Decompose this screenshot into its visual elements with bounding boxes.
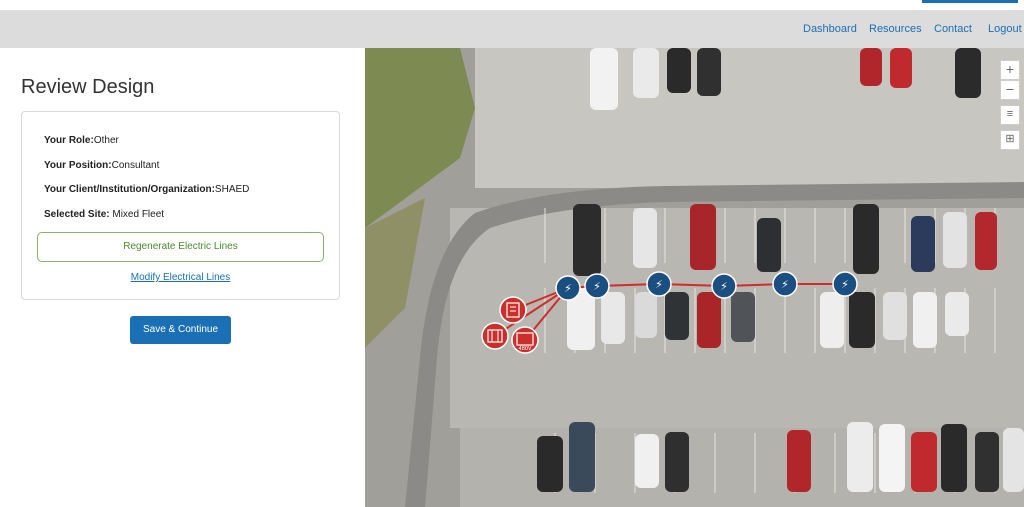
regenerate-electric-lines-button[interactable]: Regenerate Electric Lines (37, 232, 324, 262)
svg-text:⚡: ⚡ (781, 278, 789, 291)
zoom-in-button[interactable]: + (1000, 60, 1020, 80)
nav-logout-link[interactable]: Logout (988, 23, 1022, 35)
svg-text:⚡: ⚡ (593, 280, 601, 293)
position-value: Consultant (111, 160, 160, 171)
left-panel: Review Design Your Role:Other Your Posit… (0, 48, 365, 507)
svg-text:⚡: ⚡ (720, 280, 728, 293)
site-value: Mixed Fleet (109, 209, 165, 220)
zoom-out-button[interactable]: − (1000, 80, 1020, 100)
role-label: Your Role: (44, 135, 94, 146)
svg-text:⚡: ⚡ (655, 278, 663, 291)
organization-label: Your Client/Institution/Organization: (44, 184, 215, 195)
top-strip (0, 0, 1024, 10)
role-value: Other (93, 135, 119, 146)
save-continue-button[interactable]: Save & Continue (130, 316, 231, 344)
nav-resources-link[interactable]: Resources (869, 23, 922, 35)
layers-menu-button[interactable]: ≡ (1000, 105, 1020, 125)
equipment-480v-label: 480V (519, 346, 533, 352)
site-row: Selected Site: Mixed Fleet (44, 209, 164, 220)
charger-1[interactable]: ⚡ (555, 275, 581, 301)
site-map[interactable]: ⚡ ⚡ ⚡ ⚡ ⚡ ⚡ 480V + − ≡ ⊞ (365, 48, 1024, 507)
role-row: Your Role:Other (44, 135, 119, 146)
navbar: Dashboard Resources Contact Logout (0, 10, 1024, 48)
equipment-switchgear[interactable] (499, 296, 527, 324)
svg-text:⚡: ⚡ (564, 282, 572, 295)
equipment-480v-panel[interactable]: 480V (511, 326, 539, 354)
organization-row: Your Client/Institution/Organization:SHA… (44, 184, 249, 195)
site-label: Selected Site: (44, 209, 110, 220)
top-accent-bar (922, 0, 1018, 3)
modify-electrical-lines-link[interactable]: Modify Electrical Lines (22, 272, 339, 283)
design-summary-card: Your Role:Other Your Position:Consultant… (21, 111, 340, 300)
nav-contact-link[interactable]: Contact (934, 23, 972, 35)
grid-view-button[interactable]: ⊞ (1000, 130, 1020, 150)
nav-dashboard-link[interactable]: Dashboard (803, 23, 857, 35)
position-row: Your Position:Consultant (44, 160, 159, 171)
charger-4[interactable]: ⚡ (711, 273, 737, 299)
svg-text:⚡: ⚡ (841, 278, 849, 291)
position-label: Your Position: (44, 160, 112, 171)
charger-3[interactable]: ⚡ (646, 271, 672, 297)
organization-value: SHAED (214, 184, 250, 195)
charger-2[interactable]: ⚡ (584, 273, 610, 299)
page-title: Review Design (21, 76, 155, 98)
aerial-map-svg: ⚡ ⚡ ⚡ ⚡ ⚡ ⚡ 480V (365, 48, 1024, 507)
charger-6[interactable]: ⚡ (832, 271, 858, 297)
charger-5[interactable]: ⚡ (772, 271, 798, 297)
equipment-transformer[interactable] (481, 322, 509, 350)
lot-top (475, 48, 1024, 188)
